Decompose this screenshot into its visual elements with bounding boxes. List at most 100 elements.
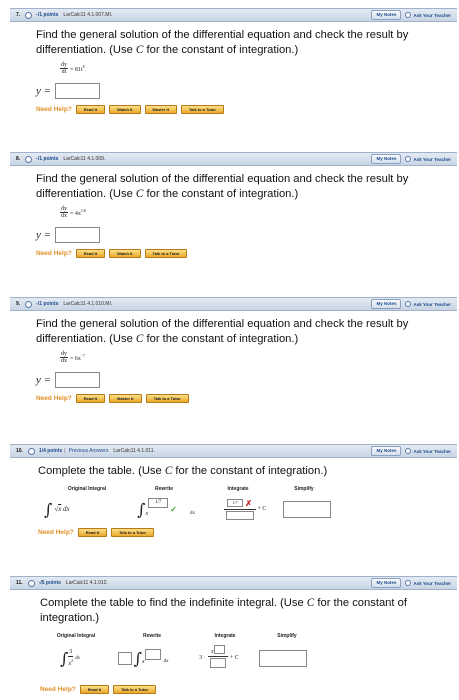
ask-teacher-label: Ask Your Teacher (413, 12, 451, 18)
points: -/1 points (36, 156, 59, 162)
talk-to-tutor-button[interactable]: Talk to a Tutor (111, 528, 155, 537)
master-it-button[interactable]: Master It (109, 394, 142, 403)
simplify-input[interactable] (259, 649, 307, 667)
col-simplify: Simplify (277, 633, 297, 639)
points: 1/4 points (38, 448, 63, 454)
need-help-label: Need Help? (40, 686, 76, 693)
rewrite-coefficient-input[interactable] (117, 651, 132, 665)
col-integrate: Integrate (227, 486, 249, 492)
answer-input[interactable] (55, 83, 101, 99)
problem-reference: LarCalc11 4.1.007.MI. (63, 12, 113, 18)
status-dot-icon (25, 155, 33, 163)
answer-input[interactable] (55, 227, 101, 243)
question-bubble-icon (405, 12, 412, 18)
question-number: 10. (16, 448, 23, 454)
col-simplify: Simplify (294, 486, 314, 492)
simplify-cell (252, 649, 314, 667)
differential-equation: dy dx = 4x1/6 (60, 206, 87, 219)
ask-teacher-button[interactable]: Ask Your Teacher (405, 12, 451, 18)
ask-teacher-label: Ask Your Teacher (413, 156, 451, 162)
plus-c-label: + C (229, 655, 239, 661)
my-notes-button[interactable]: My Notes (371, 578, 402, 588)
talk-to-tutor-button[interactable]: Talk to a Tutor (144, 249, 188, 258)
y-label: y = (36, 229, 52, 241)
integrate-exponent-input[interactable] (213, 644, 225, 654)
rewrite-exponent-input[interactable] (144, 648, 161, 660)
question-header: 11. -/5 points LarCalc11 4.1.012. My Not… (10, 576, 457, 590)
points: -/5 points (38, 580, 61, 586)
question-header: 7. -/1 points LarCalc11 4.1.007.MI. My N… (10, 8, 457, 22)
answer-input[interactable] (55, 372, 101, 388)
incorrect-x-icon: ✗ (245, 498, 252, 508)
ask-teacher-label: Ask Your Teacher (413, 448, 451, 454)
dx-label: dx (190, 510, 195, 516)
correct-check-icon: ✓ (170, 504, 177, 514)
question-number: 7. (16, 12, 21, 18)
integrate-exponent-input[interactable]: 1/7 (227, 499, 244, 507)
points: -/1 points (36, 12, 59, 18)
question-bubble-icon (405, 448, 412, 454)
problem-reference: LarCalc11 4.1.011. (113, 448, 155, 454)
question-9: 9. -/1 points LarCalc11 4.1.010.MI. My N… (10, 297, 457, 403)
help-row: Need Help? Read It Watch It Talk to a Tu… (36, 249, 435, 258)
question-7: 7. -/1 points LarCalc11 4.1.007.MI. My N… (10, 8, 457, 114)
previous-answers-link[interactable]: Previous Answers (69, 448, 109, 454)
read-it-button[interactable]: Read It (75, 394, 106, 403)
help-row: Need Help? Read It Talk to a Tutor (38, 528, 435, 537)
col-rewrite: Rewrite (154, 486, 174, 492)
help-row: Need Help? Read It Talk to a Tutor (40, 685, 435, 694)
simplify-cell (278, 500, 336, 518)
talk-to-tutor-button[interactable]: Talk to a Tutor (145, 394, 189, 403)
status-dot-icon (25, 11, 33, 19)
talk-to-tutor-button[interactable]: Talk to a Tutor (180, 105, 224, 114)
my-notes-button[interactable]: My Notes (371, 10, 402, 20)
ask-teacher-button[interactable]: Ask Your Teacher (405, 301, 451, 307)
watch-it-button[interactable]: Watch It (109, 249, 141, 258)
col-rewrite: Rewrite (142, 633, 162, 639)
integrate-denominator-input[interactable] (225, 510, 254, 520)
read-it-button[interactable]: Read It (75, 105, 106, 114)
ask-teacher-button[interactable]: Ask Your Teacher (405, 448, 451, 454)
status-dot-icon (27, 579, 35, 587)
question-8: 8. -/1 points LarCalc11 4.1.009. My Note… (10, 152, 457, 258)
question-number: 8. (16, 156, 21, 162)
table-row: ∫ √x dx ∫ x 1/7 ✓ dx 1/7 ✗ + C (38, 496, 435, 522)
status-dot-icon (27, 447, 35, 455)
my-notes-button[interactable]: My Notes (371, 299, 402, 309)
rewrite-exponent-input[interactable]: 1/7 (148, 498, 169, 508)
question-10: 10. 1/4 points | Previous Answers LarCal… (10, 444, 457, 537)
my-notes-button[interactable]: My Notes (371, 154, 402, 164)
y-label: y = (36, 374, 52, 386)
need-help-label: Need Help? (36, 106, 72, 113)
question-bubble-icon (405, 301, 412, 307)
y-label: y = (36, 85, 52, 97)
points: -/1 points (36, 301, 59, 307)
read-it-button[interactable]: Read It (75, 249, 106, 258)
problem-reference: LarCalc11 4.1.010.MI. (63, 301, 113, 307)
ask-teacher-label: Ask Your Teacher (413, 580, 451, 586)
ask-teacher-button[interactable]: Ask Your Teacher (405, 156, 451, 162)
question-prompt: Find the general solution of the differe… (36, 29, 409, 56)
need-help-label: Need Help? (36, 395, 72, 402)
integrate-cell: 3 · x + C (186, 644, 252, 668)
problem-reference: LarCalc11 4.1.009. (63, 156, 106, 162)
original-integral-cell: ∫ √x dx (44, 499, 70, 519)
original-integral-cell: ∫ 3 x2 dx (59, 648, 81, 668)
ask-teacher-button[interactable]: Ask Your Teacher (405, 580, 451, 586)
question-header: 8. -/1 points LarCalc11 4.1.009. My Note… (10, 152, 457, 166)
question-bubble-icon (405, 156, 412, 162)
read-it-button[interactable]: Read It (79, 685, 110, 694)
table-header: Original Integral Rewrite Integrate Simp… (40, 633, 435, 639)
integrate-cell: 1/7 ✗ + C (212, 499, 278, 520)
differential-equation: dy dt = 81t8 (60, 62, 85, 75)
read-it-button[interactable]: Read It (77, 528, 108, 537)
table-header: Original Integral Rewrite Integrate Simp… (38, 486, 435, 492)
my-notes-button[interactable]: My Notes (371, 446, 402, 456)
integrate-denominator-input[interactable] (209, 657, 226, 668)
simplify-input[interactable] (283, 500, 331, 518)
master-it-button[interactable]: Master It (144, 105, 177, 114)
question-prompt: Complete the table to find the indefinit… (40, 597, 407, 624)
talk-to-tutor-button[interactable]: Talk to a Tutor (113, 685, 157, 694)
col-original-integral: Original Integral (56, 633, 96, 639)
watch-it-button[interactable]: Watch It (109, 105, 141, 114)
